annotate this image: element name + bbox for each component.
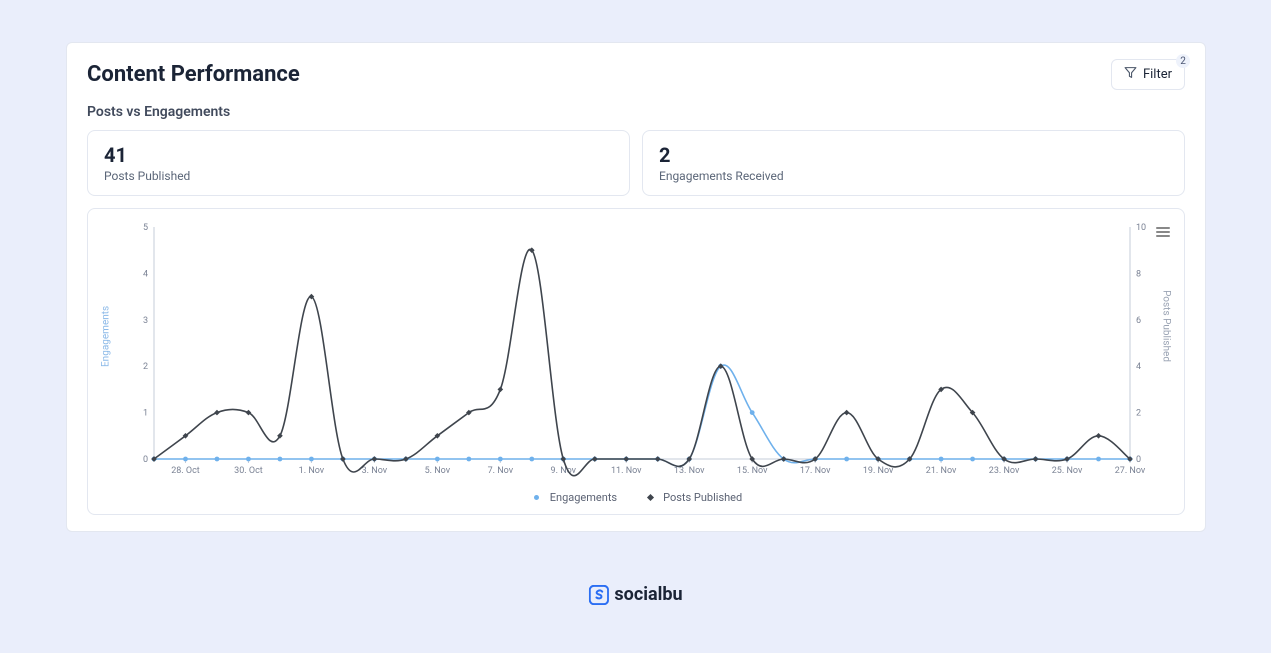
svg-text:4: 4 xyxy=(143,269,148,279)
filter-label: Filter xyxy=(1143,67,1172,82)
svg-text:17. Nov: 17. Nov xyxy=(800,466,831,476)
svg-text:6: 6 xyxy=(1136,316,1141,326)
svg-text:9. Nov: 9. Nov xyxy=(551,466,577,476)
kpi-posts-published: 41 Posts Published xyxy=(87,130,630,196)
svg-text:4: 4 xyxy=(1136,362,1141,372)
svg-text:19. Nov: 19. Nov xyxy=(863,466,894,476)
svg-text:28. Oct: 28. Oct xyxy=(171,466,200,476)
legend-label: Engagements xyxy=(550,491,617,504)
chart-svg: 0 1 2 3 4 5 0 2 4 6 8 10 28. Oct 30. Oct 1. Nov 3. Nov 5… xyxy=(132,221,1152,481)
right-axis-title: Posts Published xyxy=(1161,290,1172,362)
legend-posts-published[interactable]: Posts Published xyxy=(643,491,742,504)
filter-count-badge: 2 xyxy=(1176,54,1190,68)
brand-logo: socialbu xyxy=(588,584,682,605)
svg-text:27. Nov: 27. Nov xyxy=(1115,466,1146,476)
chart-legend: Engagements Posts Published xyxy=(98,491,1174,504)
content-performance-panel: Content Performance Filter 2 Posts vs En… xyxy=(66,42,1206,532)
section-subtitle: Posts vs Engagements xyxy=(87,104,1185,120)
svg-text:8: 8 xyxy=(1136,269,1141,279)
svg-text:11. Nov: 11. Nov xyxy=(611,466,642,476)
legend-marker-diamond-icon xyxy=(643,494,657,502)
panel-header: Content Performance Filter 2 xyxy=(87,59,1185,90)
kpi-engagements-received: 2 Engagements Received xyxy=(642,130,1185,196)
svg-text:21. Nov: 21. Nov xyxy=(926,466,957,476)
kpi-value: 41 xyxy=(104,143,613,167)
kpi-value: 2 xyxy=(659,143,1168,167)
legend-label: Posts Published xyxy=(663,491,742,504)
left-axis-title: Engagements xyxy=(101,306,112,367)
svg-text:3: 3 xyxy=(143,316,148,326)
svg-text:7. Nov: 7. Nov xyxy=(488,466,514,476)
page-title: Content Performance xyxy=(87,62,300,87)
svg-text:0: 0 xyxy=(143,455,148,465)
filter-icon xyxy=(1124,66,1137,83)
svg-text:5. Nov: 5. Nov xyxy=(425,466,451,476)
chart-area: Engagements Posts Published 0 1 2 3 4 5 0 2 4 6 8 1… xyxy=(98,217,1174,487)
svg-text:30. Oct: 30. Oct xyxy=(234,466,263,476)
brand-mark-icon xyxy=(588,585,608,605)
svg-text:25. Nov: 25. Nov xyxy=(1052,466,1083,476)
svg-text:1. Nov: 1. Nov xyxy=(299,466,325,476)
svg-text:15. Nov: 15. Nov xyxy=(737,466,768,476)
svg-text:13. Nov: 13. Nov xyxy=(674,466,705,476)
brand-text: socialbu xyxy=(614,584,682,605)
chart-card: Engagements Posts Published 0 1 2 3 4 5 0 2 4 6 8 1… xyxy=(87,208,1185,515)
filter-button[interactable]: Filter 2 xyxy=(1111,59,1185,90)
svg-text:2: 2 xyxy=(1136,409,1141,419)
svg-text:23. Nov: 23. Nov xyxy=(989,466,1020,476)
kpi-label: Posts Published xyxy=(104,169,613,183)
svg-text:1: 1 xyxy=(143,409,148,419)
svg-text:5: 5 xyxy=(143,223,148,233)
svg-text:0: 0 xyxy=(1136,455,1141,465)
svg-text:2: 2 xyxy=(143,362,148,372)
kpi-label: Engagements Received xyxy=(659,169,1168,183)
svg-text:10: 10 xyxy=(1136,223,1146,233)
svg-text:3. Nov: 3. Nov xyxy=(362,466,388,476)
kpi-row: 41 Posts Published 2 Engagements Receive… xyxy=(87,130,1185,196)
legend-marker-dot-icon xyxy=(530,494,544,502)
legend-engagements[interactable]: Engagements xyxy=(530,491,617,504)
